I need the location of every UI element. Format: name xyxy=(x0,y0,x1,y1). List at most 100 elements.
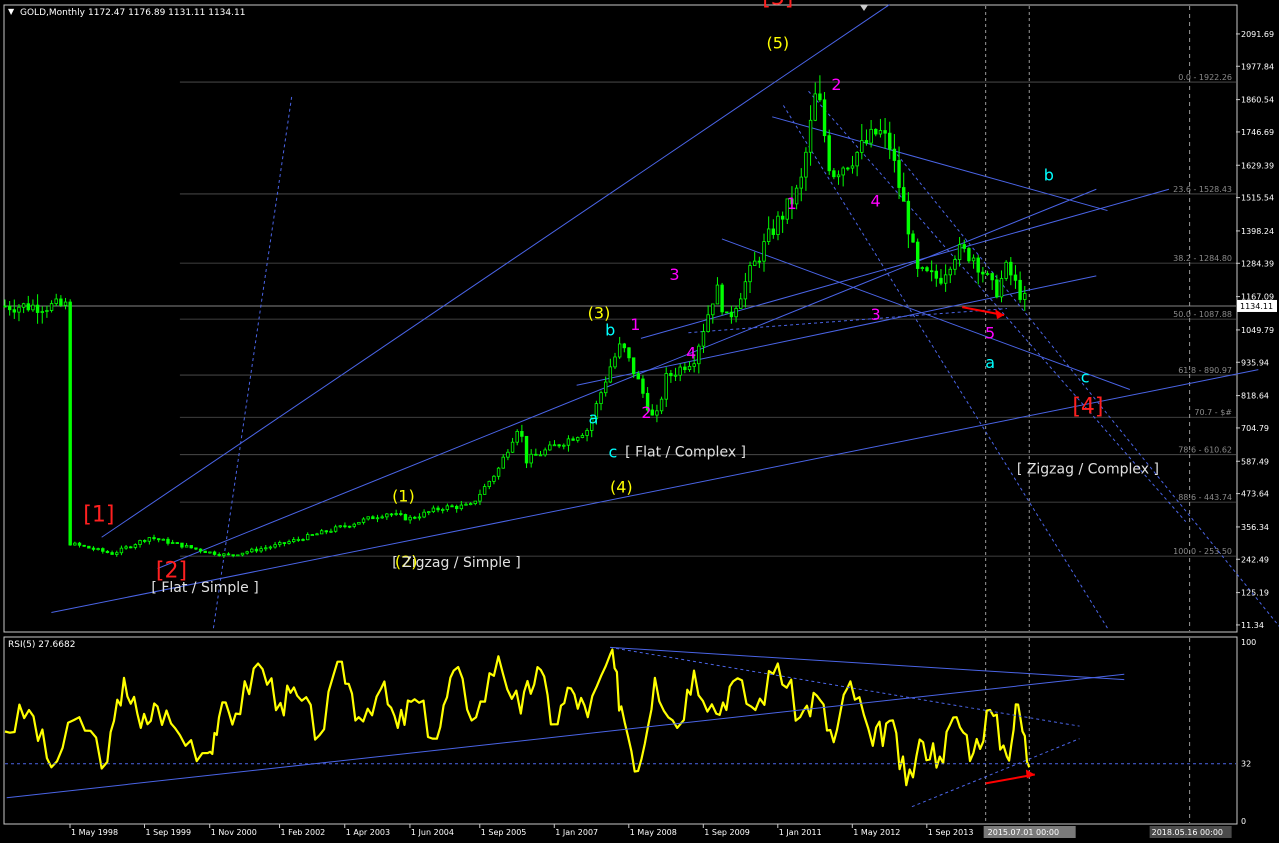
candle-body xyxy=(189,545,193,549)
candle-body xyxy=(622,343,627,349)
price-tick-label: 356.34 xyxy=(1241,523,1269,532)
candle-body xyxy=(45,310,49,312)
candle-body xyxy=(976,257,980,273)
wave-label: 5 xyxy=(985,323,995,342)
pitchfork-lower-line[interactable] xyxy=(721,238,1131,390)
wave-label: 3 xyxy=(870,305,880,324)
candle-body xyxy=(385,513,389,518)
candle-body xyxy=(319,530,324,535)
candle-body xyxy=(1018,279,1022,300)
candle-body xyxy=(180,542,184,548)
candle-body xyxy=(822,99,827,137)
candle-body xyxy=(310,534,315,536)
candle-body xyxy=(599,392,603,405)
symbol-title: GOLD,Monthly xyxy=(20,8,86,18)
candle-body xyxy=(515,431,519,443)
candle-body xyxy=(697,345,701,365)
candle-body xyxy=(63,301,68,306)
candle-body xyxy=(492,475,496,482)
candle-body xyxy=(506,451,510,458)
wave-label: [4] xyxy=(1072,395,1103,420)
candle-body xyxy=(813,93,817,121)
candle-body xyxy=(156,538,161,541)
vline-time-label: 2018.05.16 00:00 xyxy=(1152,828,1223,837)
rsi-panel-frame[interactable] xyxy=(3,636,1238,825)
price-tick-label: 1629.39 xyxy=(1241,161,1274,170)
time-tick-label: 1 Sep 2005 xyxy=(481,828,527,837)
candle-body xyxy=(408,516,412,521)
pattern-annotation: [ Flat / Complex ] xyxy=(625,444,746,460)
candle-body xyxy=(1009,261,1013,276)
candle-body xyxy=(725,311,729,314)
price-tick-label: 935.94 xyxy=(1241,358,1269,367)
wave-label: 3 xyxy=(669,265,679,284)
chart-shift-marker-icon[interactable] xyxy=(860,5,868,11)
wave-label: b xyxy=(1044,166,1054,185)
candle-body xyxy=(939,277,943,284)
crosshair-time-label: 2015.07.01 00:00 xyxy=(988,828,1059,837)
candle-body xyxy=(743,281,748,300)
channel-upper-line[interactable] xyxy=(101,4,890,538)
candle-body xyxy=(906,200,911,235)
candle-body xyxy=(417,516,422,519)
rsi-dotted-lower[interactable] xyxy=(911,738,1080,808)
candle-body xyxy=(254,548,259,552)
candle-body xyxy=(701,331,706,347)
candle-body xyxy=(217,554,221,556)
candle-body xyxy=(510,441,515,453)
candle-body xyxy=(292,539,296,543)
trendlines[interactable] xyxy=(51,4,1279,629)
candle-body xyxy=(133,544,138,548)
candle-body xyxy=(208,551,212,554)
candle-body xyxy=(762,241,766,262)
current-price-label: 1134.11 xyxy=(1240,302,1273,311)
time-tick-label: 1 May 2012 xyxy=(853,828,900,837)
rsi-resistance-line[interactable] xyxy=(610,646,1125,681)
candle-body xyxy=(659,398,664,412)
projection-dotted-1[interactable] xyxy=(782,105,1108,629)
candle-body xyxy=(315,533,319,536)
candle-body xyxy=(557,444,561,447)
time-tick-label: 1 Sep 1999 xyxy=(146,828,192,837)
candle-body xyxy=(990,273,994,281)
candle-body xyxy=(538,454,543,457)
candle-body xyxy=(804,151,808,178)
candle-body xyxy=(231,554,235,557)
candle-body xyxy=(441,509,445,511)
price-tick-label: 1860.54 xyxy=(1241,96,1274,105)
candle-body xyxy=(21,303,26,308)
dotted-steep-line[interactable] xyxy=(212,96,293,629)
candle-body xyxy=(883,130,887,134)
time-tick-label: 1 Nov 2000 xyxy=(211,828,257,837)
time-axis: 1 May 1998 1 Sep 1999 1 Nov 2000 1 Feb 2002… xyxy=(69,824,1232,838)
candle-body xyxy=(753,260,757,266)
candle-body xyxy=(413,516,417,519)
wave-upper-line[interactable] xyxy=(772,116,1108,212)
wave-label: 2 xyxy=(831,75,841,94)
projection-dotted-2[interactable] xyxy=(808,90,1187,522)
candle-body xyxy=(184,545,189,548)
candle-body xyxy=(683,366,687,371)
candle-body xyxy=(170,542,175,544)
candle-body xyxy=(194,547,198,550)
candle-body xyxy=(757,260,762,263)
inner-support-line[interactable] xyxy=(157,188,1097,569)
candle-body xyxy=(124,546,128,549)
price-tick-label: 1515.54 xyxy=(1241,194,1274,203)
candle-body xyxy=(119,547,124,554)
candle-body xyxy=(967,248,971,262)
candle-body xyxy=(692,363,696,367)
candle-body xyxy=(706,314,710,332)
price-tick-label: 1398.24 xyxy=(1241,227,1274,236)
candle-body xyxy=(529,453,533,464)
candle-body xyxy=(766,228,771,243)
price-tick-label: 587.49 xyxy=(1241,457,1269,466)
candle-body xyxy=(1004,261,1008,279)
collapse-triangle-icon[interactable]: ▼ xyxy=(8,7,15,16)
main-panel-frame[interactable] xyxy=(3,4,1238,633)
time-tick-label: 1 Sep 2013 xyxy=(928,828,974,837)
candle-body xyxy=(445,505,450,510)
candle-body xyxy=(422,511,426,518)
candle-body xyxy=(264,547,268,550)
candle-body xyxy=(222,553,226,556)
